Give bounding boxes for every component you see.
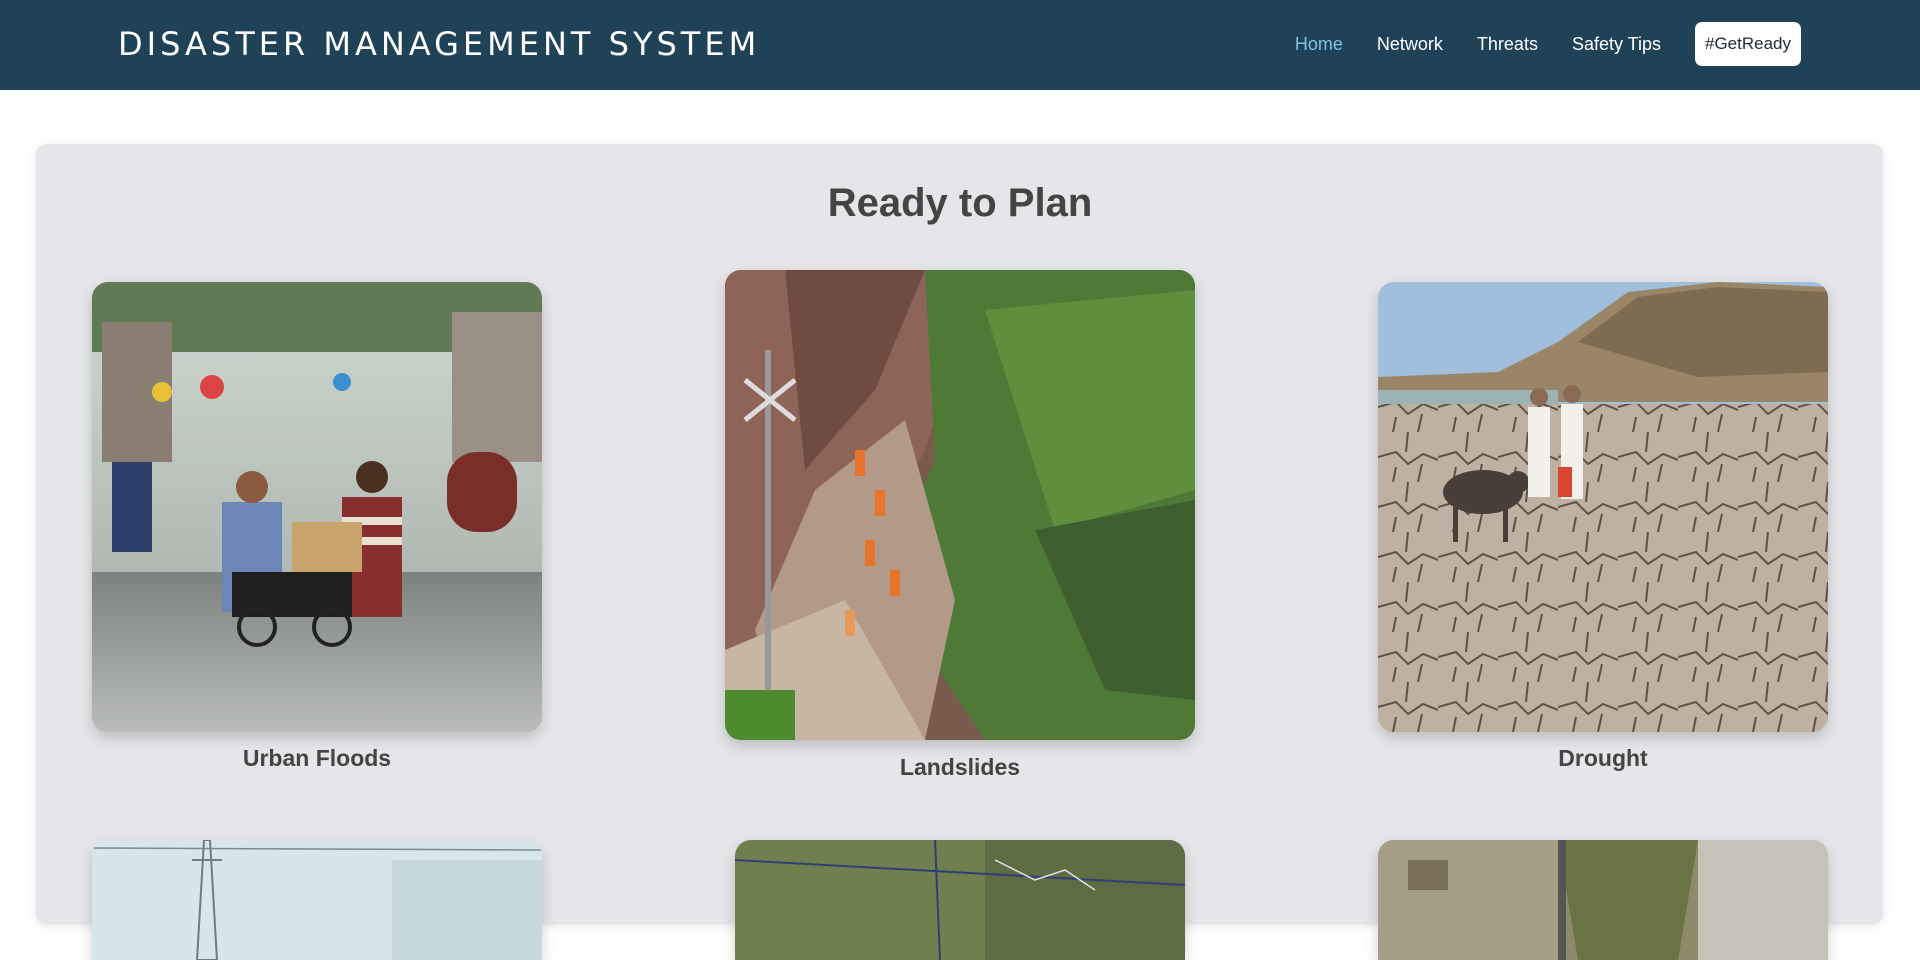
nav-threats-link[interactable]: Threats xyxy=(1477,22,1538,66)
landslides-image xyxy=(725,270,1195,740)
nav-links: Home Network Threats Safety Tips #GetRea… xyxy=(1261,22,1801,66)
card-urban-floods[interactable]: Urban Floods xyxy=(92,282,542,782)
satellite-map-image xyxy=(735,840,1185,960)
hillside-town-image xyxy=(1378,840,1828,960)
nav-network-link[interactable]: Network xyxy=(1377,22,1443,66)
card-drought[interactable]: Drought xyxy=(1378,282,1828,782)
power-lines-image xyxy=(92,840,542,960)
nav-home-link[interactable]: Home xyxy=(1295,22,1343,66)
card-landslides-label: Landslides xyxy=(899,754,1021,780)
card-drought-label: Drought xyxy=(1558,745,1648,771)
nav-safety-tips-link[interactable]: Safety Tips xyxy=(1572,22,1661,66)
urban-floods-image xyxy=(92,282,542,732)
drought-image xyxy=(1378,282,1828,732)
get-ready-button[interactable]: #GetReady xyxy=(1695,22,1801,66)
navbar: DISASTER MANAGEMENT SYSTEM Home Network … xyxy=(0,0,1920,90)
panel-title: Ready to Plan xyxy=(827,181,1093,225)
site-brand[interactable]: DISASTER MANAGEMENT SYSTEM xyxy=(118,24,760,64)
card-satellite-map[interactable] xyxy=(735,840,1185,960)
card-hillside-town[interactable] xyxy=(1378,840,1828,960)
card-landslides[interactable]: Landslides xyxy=(725,270,1195,790)
card-power-lines[interactable] xyxy=(92,840,542,960)
card-urban-floods-label: Urban Floods xyxy=(242,745,392,771)
